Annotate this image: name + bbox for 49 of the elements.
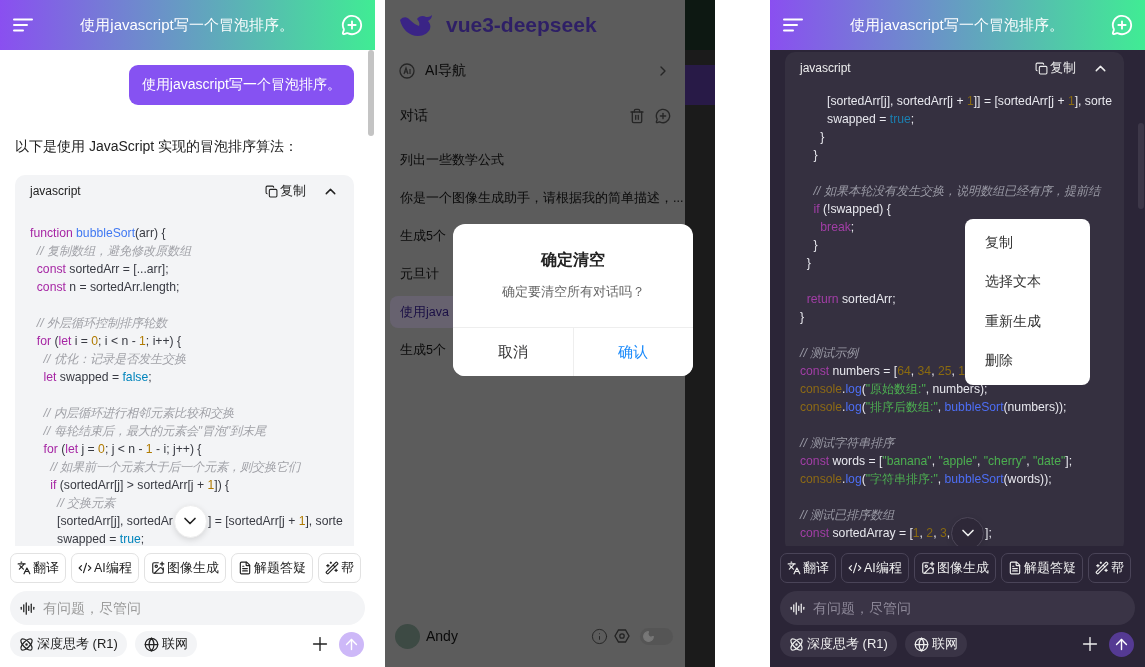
code-line: return sortedArr; (805, 291, 896, 308)
code-line: // 优化：记录是否发生交换 (42, 351, 186, 368)
dialog-title: 确定清空 (541, 250, 605, 270)
code-line: const numbers = [64, 34, 25, 1 (800, 363, 966, 380)
code-line: swapped = true; (56, 531, 145, 546)
code-line: if (!swapped) { (812, 201, 891, 218)
code-line: } (805, 255, 811, 272)
user-message: 使用javascript写一个冒泡排序。 (128, 65, 354, 105)
code-line: // 交换元素 (55, 495, 116, 512)
chat-title: 使用javascript写一个冒泡排序。 (850, 15, 1064, 35)
code-line: // 测试已排序数组 (800, 507, 895, 524)
code-line: // 复制数组，避免修改原数组 (35, 243, 191, 260)
code-line: // 如果前一个元素大于后一个元素，则交换它们 (48, 459, 301, 476)
code-line: console.log("原始数组:", numbers); (800, 381, 988, 398)
code-line: // 外层循环控制排序轮数 (35, 315, 167, 332)
code-line: const sortedArr = [...arr]; (35, 261, 169, 278)
code-line: } (812, 237, 818, 254)
code-language: javascript (30, 184, 81, 198)
code-line: swapped = true; (826, 111, 915, 128)
section-title: 对话 (400, 107, 429, 125)
code-line: } (812, 147, 818, 164)
code-line: console.log("排序后数组:", bubbleSort(numbers)); (800, 399, 1067, 416)
code-line: ] = [sortedArr[j + 1], sorte (207, 513, 343, 530)
code-line: function bubbleSort(arr) { (30, 225, 166, 242)
code-line: break; (819, 219, 855, 236)
code-line: [sortedArr[j], sortedAr (56, 513, 173, 530)
assistant-text: 以下是使用 JavaScript 实现的冒泡排序算法： (15, 138, 300, 156)
code-line: const words = ["banana", "apple", "cherry", "date"]; (800, 453, 1073, 470)
code-line: const sortedArray = [1, 2, 3, (800, 525, 951, 542)
code-line: } (800, 309, 805, 326)
code-line: ]; (985, 525, 992, 542)
code-line: // 内层循环进行相邻元素比较和交换 (42, 405, 234, 422)
code-line: // 测试字符串排序 (800, 435, 895, 452)
code-line: // 如果本轮没有发生交换，说明数组已经有序，提前结 (812, 183, 1100, 200)
code-line: if (sortedArr[j] > sortedArr[j + 1]) { (49, 477, 230, 494)
code-line: for (let j = 0; j < n - 1 - i; j++) { (42, 441, 202, 458)
dialog-message: 确定要清空所有对话吗？ (501, 283, 645, 301)
code-line: // 每轮结束后，最大的元素会"冒泡"到末尾 (42, 423, 267, 440)
code-line: [sortedArr[j], sortedArr[j + 1]] = [sortedArr[j + 1], sorte (826, 93, 1112, 110)
code-line: // 测试示例 (800, 345, 859, 362)
user-name: Andy (426, 628, 459, 644)
code-line: const n = sortedArr.length; (35, 279, 180, 296)
app-name: vue3-deepseek (446, 13, 597, 37)
code-line: } (819, 129, 825, 146)
code-language: javascript (800, 61, 851, 75)
code-line: let swapped = false; (42, 369, 152, 386)
code-line: console.log("字符串排序:", bubbleSort(words)); (800, 471, 1052, 488)
code-line: for (let i = 0; i < n - 1; i++) { (35, 333, 182, 350)
chat-title: 使用javascript写一个冒泡排序。 (80, 15, 294, 35)
